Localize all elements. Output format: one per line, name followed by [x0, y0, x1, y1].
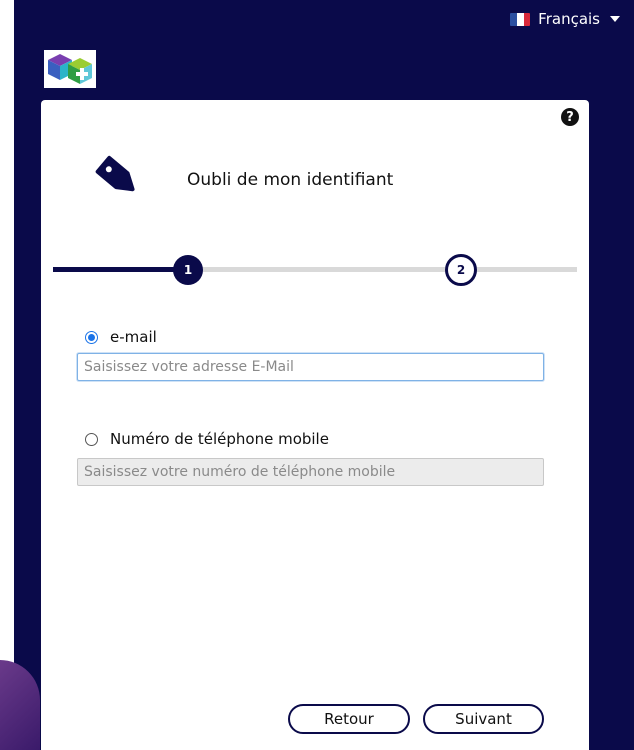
forgot-id-card: ? Oubli de mon identifiant 1 2 e-mail Nu…: [41, 100, 589, 750]
email-option-label: e-mail: [110, 328, 157, 346]
app-logo: [44, 50, 96, 88]
phone-radio[interactable]: [85, 432, 98, 446]
phone-option-label: Numéro de téléphone mobile: [110, 430, 329, 448]
left-edge-panel: [0, 0, 14, 750]
tag-icon: [95, 155, 135, 192]
progress-stepper: 1 2: [53, 252, 577, 288]
back-button[interactable]: Retour: [288, 704, 410, 734]
language-label: Français: [538, 10, 600, 28]
step-2-indicator: 2: [445, 254, 477, 286]
email-input[interactable]: [77, 353, 544, 381]
email-option[interactable]: e-mail: [85, 328, 157, 346]
caret-down-icon: [610, 16, 620, 22]
phone-option[interactable]: Numéro de téléphone mobile: [85, 430, 329, 448]
email-radio[interactable]: [85, 330, 98, 344]
language-selector[interactable]: Français: [510, 10, 620, 28]
phone-input[interactable]: [77, 458, 544, 486]
flag-icon: [510, 12, 531, 26]
page-title: Oubli de mon identifiant: [187, 170, 394, 190]
decorative-shape: [0, 660, 40, 750]
step-1-indicator: 1: [173, 255, 203, 285]
help-icon[interactable]: ?: [561, 108, 579, 126]
next-button[interactable]: Suivant: [423, 704, 544, 734]
stepper-track-progress: [53, 267, 193, 272]
